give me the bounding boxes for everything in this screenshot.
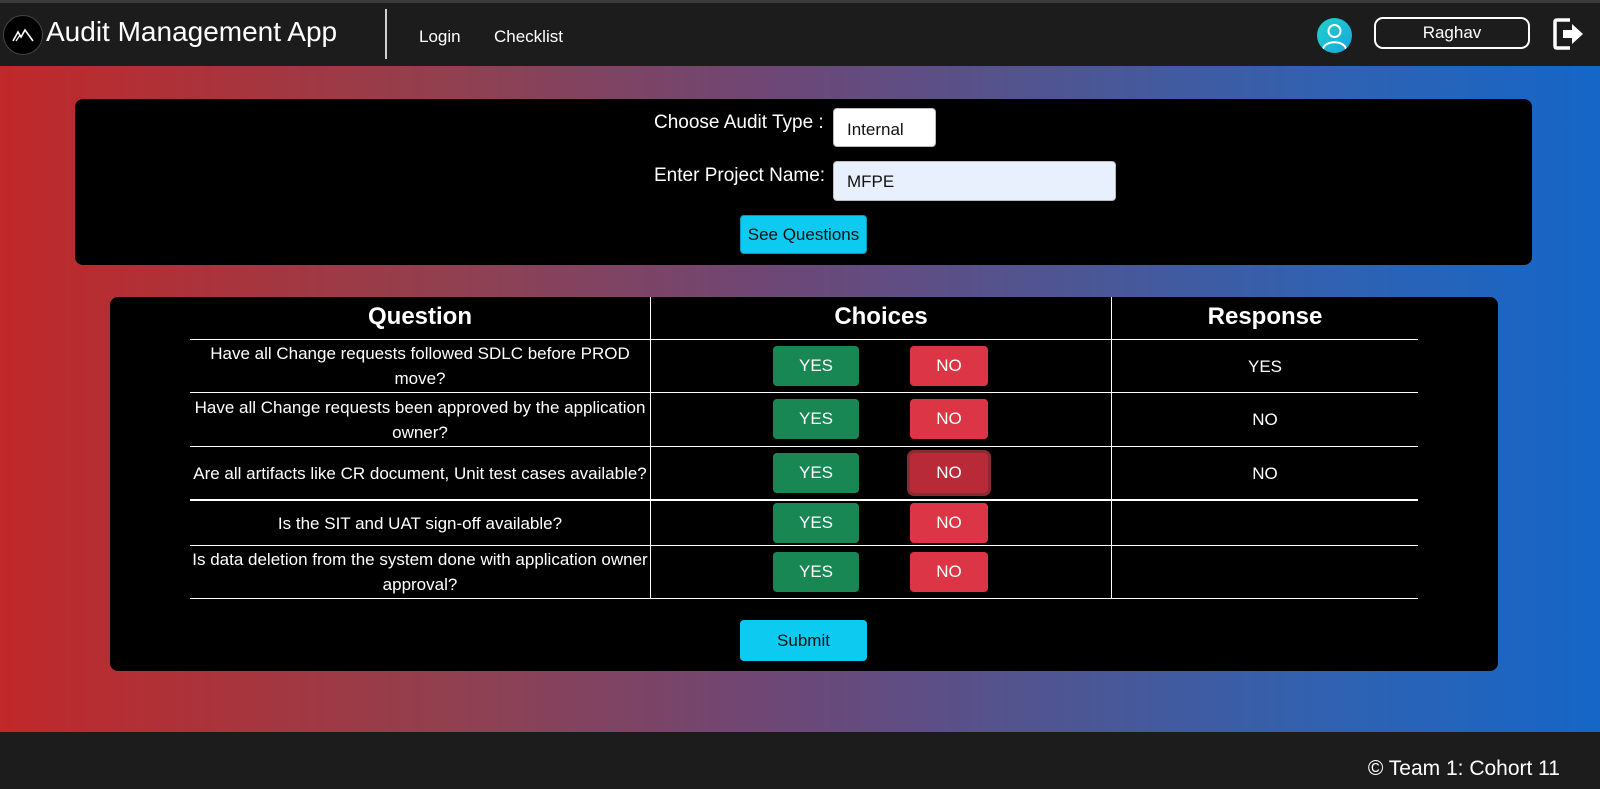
footer: © Team 1: Cohort 11 bbox=[0, 732, 1600, 789]
question-text: Have all Change requests followed SDLC b… bbox=[210, 344, 630, 388]
column-divider bbox=[1111, 297, 1112, 598]
header-question: Question bbox=[367, 303, 472, 330]
yes-button[interactable]: YES bbox=[773, 399, 859, 439]
project-name-label: Enter Project Name: bbox=[654, 165, 826, 186]
row-divider bbox=[190, 598, 1418, 599]
question-text: Have all Change requests been approved b… bbox=[194, 397, 646, 442]
header-response: Response bbox=[1207, 303, 1323, 330]
yes-button[interactable]: YES bbox=[773, 552, 859, 592]
column-divider bbox=[650, 297, 651, 598]
no-button[interactable]: NO bbox=[910, 346, 988, 386]
yes-button[interactable]: YES bbox=[773, 346, 859, 386]
response-value: NO bbox=[1252, 464, 1278, 483]
response-value: NO bbox=[1252, 410, 1278, 429]
mountain-logo-icon[interactable] bbox=[3, 15, 43, 55]
see-questions-button[interactable]: See Questions bbox=[740, 215, 867, 254]
nav-divider bbox=[385, 9, 387, 59]
app-title[interactable]: Audit Management App bbox=[46, 16, 337, 48]
no-button[interactable]: NO bbox=[910, 552, 988, 592]
yes-button[interactable]: YES bbox=[773, 453, 859, 493]
user-name-button[interactable]: Raghav bbox=[1374, 17, 1530, 49]
copyright-text: © Team 1: Cohort 11 bbox=[1367, 757, 1560, 780]
header-choices: Choices bbox=[834, 303, 928, 330]
nav-link-checklist[interactable]: Checklist bbox=[494, 27, 563, 47]
project-name-input[interactable]: MFPE bbox=[833, 161, 1116, 201]
nav-link-login[interactable]: Login bbox=[419, 27, 461, 47]
audit-type-select[interactable]: Internal bbox=[833, 108, 936, 147]
no-button[interactable]: NO bbox=[910, 453, 988, 493]
question-text: Is data deletion from the system done wi… bbox=[192, 550, 648, 594]
submit-button[interactable]: Submit bbox=[740, 620, 867, 661]
question-text: Are all artifacts like CR document, Unit… bbox=[193, 463, 647, 483]
navbar: Audit Management App Login Checklist Rag… bbox=[0, 0, 1600, 66]
yes-button[interactable]: YES bbox=[773, 503, 859, 543]
no-button[interactable]: NO bbox=[910, 503, 988, 543]
question-text: Is the SIT and UAT sign-off available? bbox=[277, 513, 563, 533]
audit-type-label: Choose Audit Type : bbox=[654, 112, 824, 133]
no-button[interactable]: NO bbox=[910, 399, 988, 439]
user-avatar-icon[interactable] bbox=[1317, 18, 1352, 53]
response-value: YES bbox=[1247, 357, 1283, 376]
logout-icon[interactable] bbox=[1552, 16, 1586, 52]
